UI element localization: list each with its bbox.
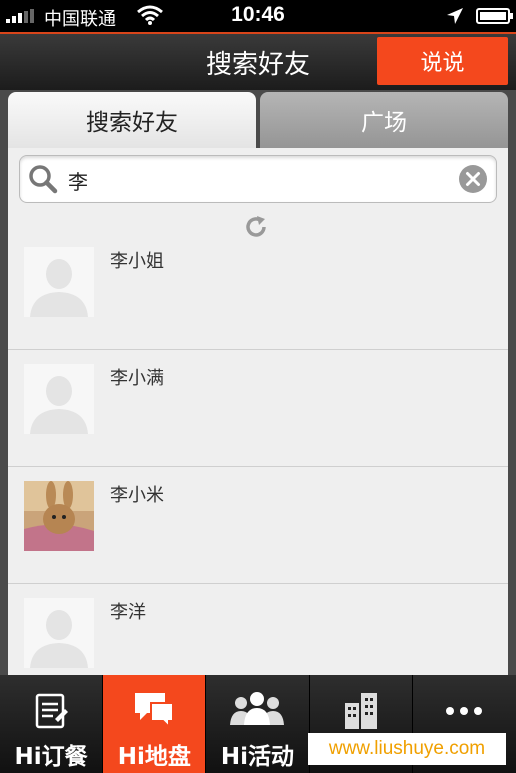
status-bar: 中国联通 10:46 [0, 0, 516, 32]
post-status-button[interactable]: 说说 [377, 37, 508, 85]
clear-search-icon[interactable] [458, 164, 488, 198]
main-content: 搜索好友 广场 李 李小姐 李小满 李小米 李洋 [0, 90, 516, 675]
tab-square[interactable]: 广场 [260, 92, 508, 148]
contact-name: 李洋 [110, 602, 146, 623]
location-arrow-icon [445, 6, 465, 30]
contact-name: 李小米 [110, 485, 164, 506]
tab-search-friends[interactable]: 搜索好友 [8, 92, 256, 148]
contact-row[interactable]: 李小满 [8, 350, 508, 467]
tab-label: Hi地盘 [117, 744, 191, 770]
contact-row[interactable]: 李小姐 [8, 233, 508, 350]
watermark: www.liushuye.com [308, 733, 506, 765]
contact-name: 李小姐 [110, 251, 164, 272]
search-input-value: 李 [68, 170, 88, 194]
photo-avatar [24, 481, 94, 551]
tab-hi-events[interactable]: Hi活动 [206, 675, 310, 773]
battery-icon [476, 8, 513, 24]
buildings-icon [310, 689, 412, 731]
tab-label: Hi订餐 [14, 744, 88, 770]
chat-bubbles-icon [103, 689, 205, 731]
more-icon [413, 689, 516, 731]
tab-hi-territory[interactable]: Hi地盘 [103, 675, 207, 773]
default-avatar-icon [24, 247, 94, 317]
default-avatar-icon [24, 364, 94, 434]
menu-list-icon [0, 689, 102, 731]
contact-row[interactable]: 李洋 [8, 584, 508, 675]
tab-label: Hi活动 [220, 744, 295, 770]
search-input[interactable]: 李 [19, 155, 497, 203]
tab-hi-order[interactable]: Hi订餐 [0, 675, 104, 773]
contact-name: 李小满 [110, 368, 164, 389]
people-group-icon [206, 689, 308, 731]
search-results-panel: 李 李小姐 李小满 李小米 李洋 [8, 148, 508, 675]
default-avatar-icon [24, 598, 94, 668]
clock-time: 10:46 [231, 3, 285, 26]
contact-row[interactable]: 李小米 [8, 467, 508, 584]
navigation-bar: 搜索好友 说说 [0, 32, 516, 90]
search-icon [28, 164, 58, 198]
